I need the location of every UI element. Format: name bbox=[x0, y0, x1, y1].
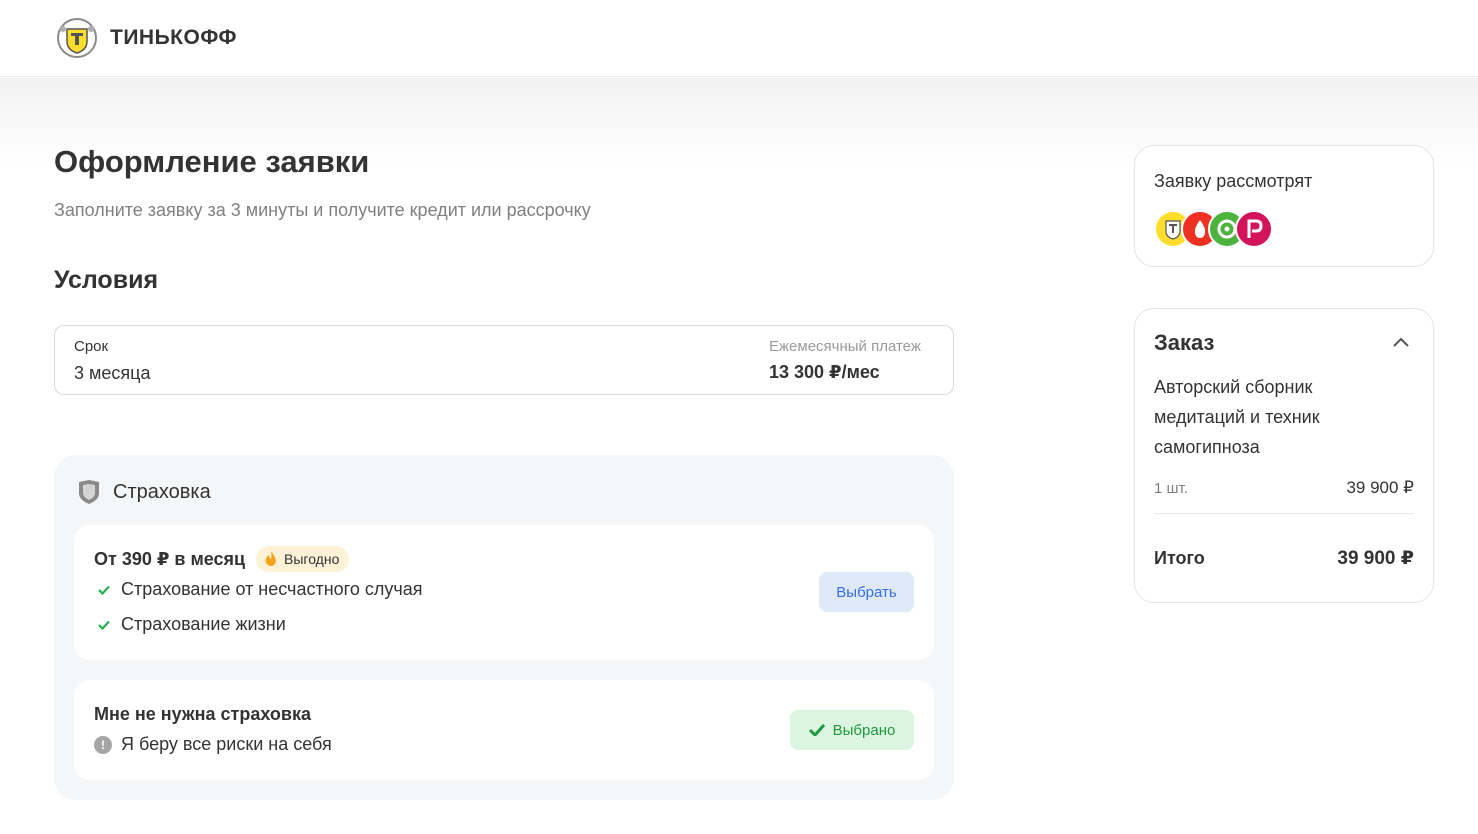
insurance-header: Страховка bbox=[78, 479, 211, 505]
term-selector[interactable]: Срок 3 месяца Ежемесячный платеж 13 300 … bbox=[54, 325, 954, 395]
insurance-option-none[interactable]: Мне не нужна страховка ! Я беру все риск… bbox=[74, 680, 934, 780]
insurance-option-paid[interactable]: От 390 ₽ в месяц Выгодно Страхование от … bbox=[74, 525, 934, 660]
check-icon bbox=[98, 620, 110, 630]
insurance-card: Страховка От 390 ₽ в месяц Выгодно Страх… bbox=[54, 455, 954, 800]
chevron-up-icon[interactable] bbox=[1393, 337, 1409, 347]
check-icon bbox=[808, 724, 825, 736]
feature-label: Страхование от несчастного случая bbox=[121, 579, 423, 599]
term-label: Срок bbox=[74, 338, 109, 355]
risk-note: ! Я беру все риски на себя bbox=[94, 734, 332, 755]
choose-insurance-button[interactable]: Выбрать bbox=[819, 572, 914, 612]
review-title: Заявку рассмотрят bbox=[1154, 171, 1313, 191]
top-bar: ТИНЬКОФФ bbox=[0, 0, 1478, 77]
bank-logos bbox=[1154, 210, 1284, 248]
order-card: Заказ Авторский сборник медитаций и техн… bbox=[1134, 308, 1434, 603]
review-card: Заявку рассмотрят bbox=[1134, 145, 1434, 267]
check-icon bbox=[98, 585, 110, 595]
profit-badge: Выгодно bbox=[256, 546, 350, 572]
brand-logo[interactable]: ТИНЬКОФФ bbox=[54, 17, 237, 59]
brand-name: ТИНЬКОФФ bbox=[110, 26, 237, 49]
monthly-payment-value: 13 300 ₽/мес bbox=[769, 362, 880, 382]
term-value: 3 месяца bbox=[74, 363, 151, 383]
flame-icon bbox=[265, 551, 276, 566]
option-none-title: Мне не нужна страховка bbox=[94, 704, 311, 724]
option-paid-title: От 390 ₽ в месяц bbox=[94, 549, 246, 569]
order-title: Заказ bbox=[1154, 330, 1215, 355]
exclamation-icon: ! bbox=[94, 735, 112, 754]
badge-label: Выгодно bbox=[284, 551, 340, 567]
shield-icon bbox=[79, 480, 99, 504]
total-label: Итого bbox=[1154, 548, 1205, 568]
order-product-name: Авторский сборник медитаций и техник сам… bbox=[1154, 377, 1320, 457]
order-quantity: 1 шт. bbox=[1154, 480, 1188, 497]
insurance-title: Страховка bbox=[113, 480, 211, 503]
conditions-title: Условия bbox=[54, 266, 159, 294]
order-item-price: 39 900 ₽ bbox=[1346, 478, 1414, 497]
risk-note-label: Я беру все риски на себя bbox=[121, 734, 332, 754]
page-subtitle: Заполните заявку за 3 минуты и получите … bbox=[54, 200, 591, 220]
total-value: 39 900 ₽ bbox=[1337, 548, 1414, 569]
monthly-payment-label: Ежемесячный платеж bbox=[769, 338, 921, 355]
feature-item: Страхование жизни bbox=[98, 614, 286, 635]
rosbank-logo-icon bbox=[1235, 210, 1273, 248]
divider bbox=[1154, 513, 1414, 514]
feature-label: Страхование жизни bbox=[121, 614, 286, 634]
tinkoff-emblem-icon bbox=[57, 18, 97, 58]
page-title: Оформление заявки bbox=[54, 144, 370, 179]
selected-button[interactable]: Выбрано bbox=[790, 710, 914, 750]
feature-item: Страхование от несчастного случая bbox=[98, 579, 422, 600]
selected-label: Выбрано bbox=[832, 721, 896, 739]
